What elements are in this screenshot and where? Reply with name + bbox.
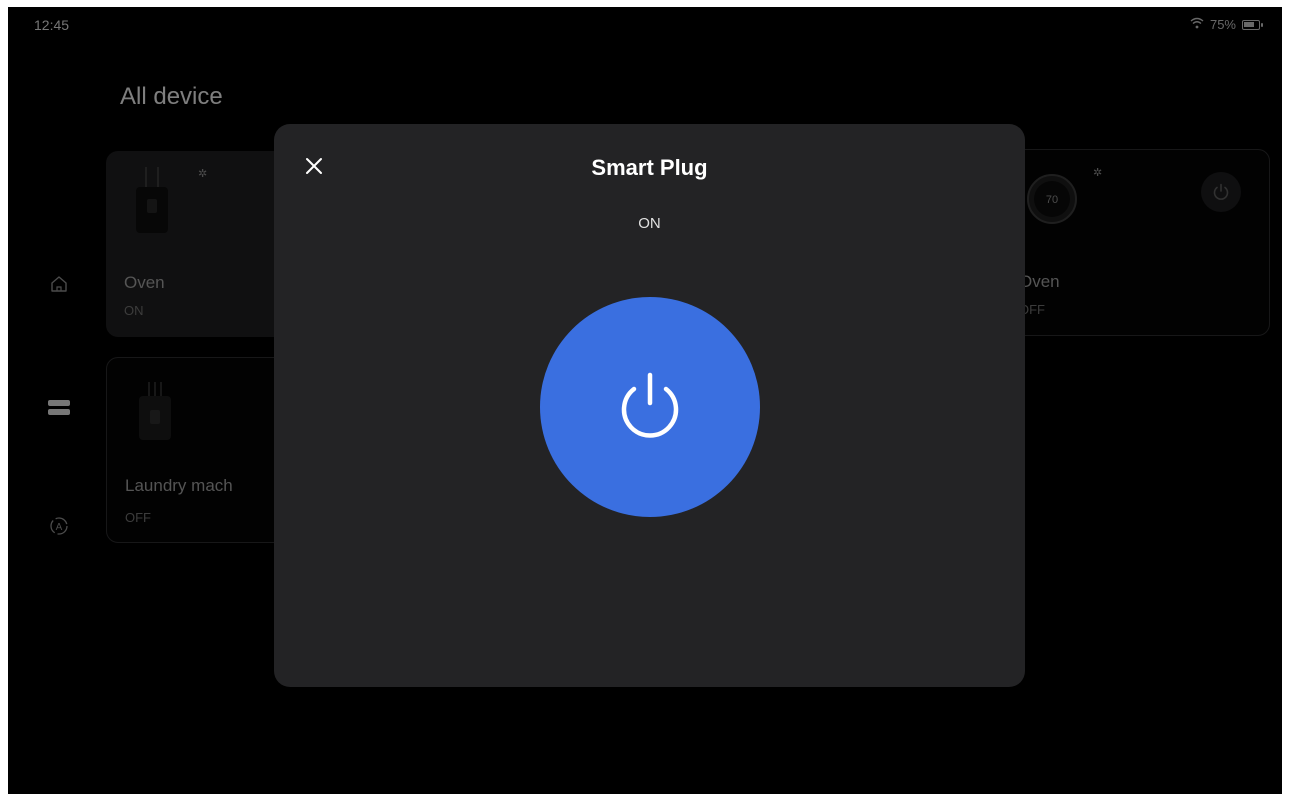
device-screen: 12:45 75% All device A ✲ Oven ON Laundry… (8, 7, 1282, 794)
smart-plug-dialog: Smart Plug ON (274, 124, 1025, 687)
power-button[interactable] (540, 297, 760, 517)
power-icon (610, 365, 690, 450)
dialog-title: Smart Plug (591, 155, 708, 180)
dialog-state: ON (638, 215, 661, 232)
